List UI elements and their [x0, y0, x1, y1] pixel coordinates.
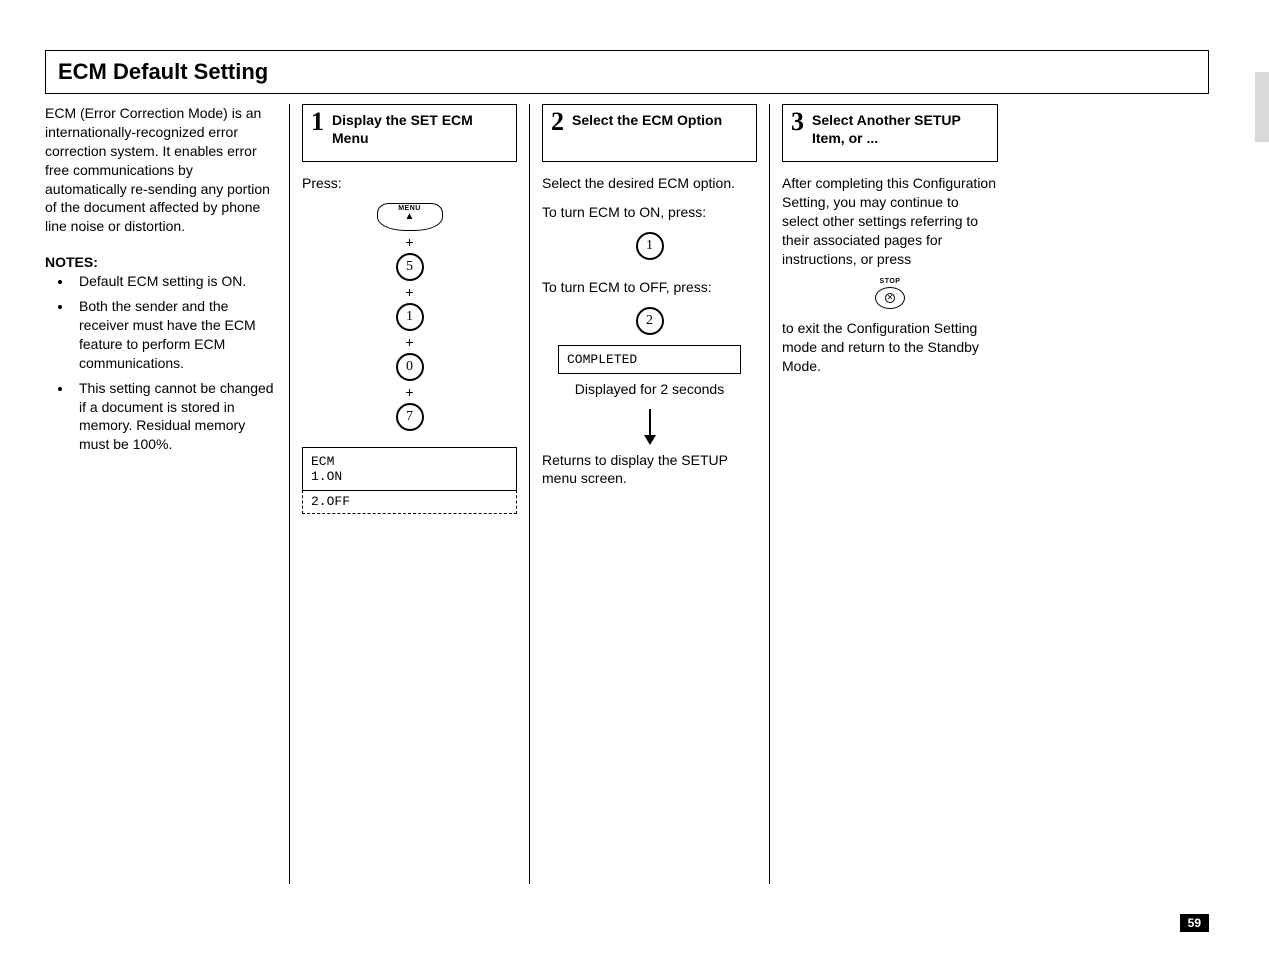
step-title: Select the ECM Option [572, 109, 722, 130]
up-triangle-icon: ▲ [405, 212, 415, 222]
lcd-line: 2.OFF [311, 494, 508, 509]
arrow-down-icon [643, 409, 657, 445]
page-number: 59 [1180, 914, 1209, 932]
lcd-display: ECM 1.ON [302, 447, 517, 491]
list-item: Default ECM setting is ON. [73, 272, 277, 291]
stop-button-graphic: STOP ✕ [782, 278, 998, 309]
plus-icon: + [405, 235, 413, 249]
key-sequence: MENU ▲ + 5 + 1 + 0 + 7 [302, 203, 517, 431]
step-body: to exit the Configuration Setting mode a… [782, 319, 998, 376]
lcd-display: COMPLETED [558, 345, 741, 374]
displayed-note: Displayed for 2 seconds [542, 380, 757, 399]
step-2-column: 2 Select the ECM Option Select the desir… [530, 104, 770, 884]
stop-button-icon: ✕ [875, 287, 905, 309]
step-number: 1 [311, 109, 324, 135]
step-title: Display the SET ECM Menu [332, 109, 508, 147]
step-header: 3 Select Another SETUP Item, or ... [782, 104, 998, 162]
keycap-icon: 0 [396, 353, 424, 381]
step-body: Select the desired ECM option. [542, 174, 757, 193]
plus-icon: + [405, 335, 413, 349]
keycap-row: 1 [542, 232, 757, 260]
returns-note: Returns to display the SETUP menu screen… [542, 451, 757, 489]
list-item: Both the sender and the receiver must ha… [73, 297, 277, 373]
keycap-icon: 5 [396, 253, 424, 281]
menu-button-icon: MENU ▲ [377, 203, 443, 231]
press-label: Press: [302, 174, 517, 193]
section-title-bar: ECM Default Setting [45, 50, 1209, 94]
keycap-icon: 7 [396, 403, 424, 431]
step-body: To turn ECM to OFF, press: [542, 278, 757, 297]
intro-column: ECM (Error Correction Mode) is an intern… [45, 104, 290, 884]
stop-button-label: STOP [880, 278, 901, 285]
lcd-line: COMPLETED [567, 352, 732, 367]
step-3-column: 3 Select Another SETUP Item, or ... Afte… [770, 104, 1010, 884]
section-title: ECM Default Setting [58, 59, 1196, 85]
step-header: 2 Select the ECM Option [542, 104, 757, 162]
keycap-icon: 1 [396, 303, 424, 331]
lcd-line: ECM [311, 454, 508, 469]
columns: ECM (Error Correction Mode) is an intern… [45, 104, 1209, 884]
plus-icon: + [405, 285, 413, 299]
keycap-icon: 2 [636, 307, 664, 335]
lcd-display-alt: 2.OFF [302, 490, 517, 514]
step-1-column: 1 Display the SET ECM Menu Press: MENU ▲… [290, 104, 530, 884]
intro-paragraph: ECM (Error Correction Mode) is an intern… [45, 104, 277, 236]
plus-icon: + [405, 385, 413, 399]
section-tab [1255, 72, 1269, 142]
step-title: Select Another SETUP Item, or ... [812, 109, 989, 147]
keycap-row: 2 [542, 307, 757, 335]
step-header: 1 Display the SET ECM Menu [302, 104, 517, 162]
keycap-icon: 1 [636, 232, 664, 260]
list-item: This setting cannot be changed if a docu… [73, 379, 277, 455]
notes-heading: NOTES: [45, 254, 277, 270]
lcd-line: 1.ON [311, 469, 508, 484]
step-body: To turn ECM to ON, press: [542, 203, 757, 222]
step-number: 3 [791, 109, 804, 135]
notes-list: Default ECM setting is ON. Both the send… [45, 272, 277, 454]
manual-page: ECM Default Setting ECM (Error Correctio… [0, 0, 1269, 954]
step-body: After completing this Configuration Sett… [782, 174, 998, 268]
step-number: 2 [551, 109, 564, 135]
